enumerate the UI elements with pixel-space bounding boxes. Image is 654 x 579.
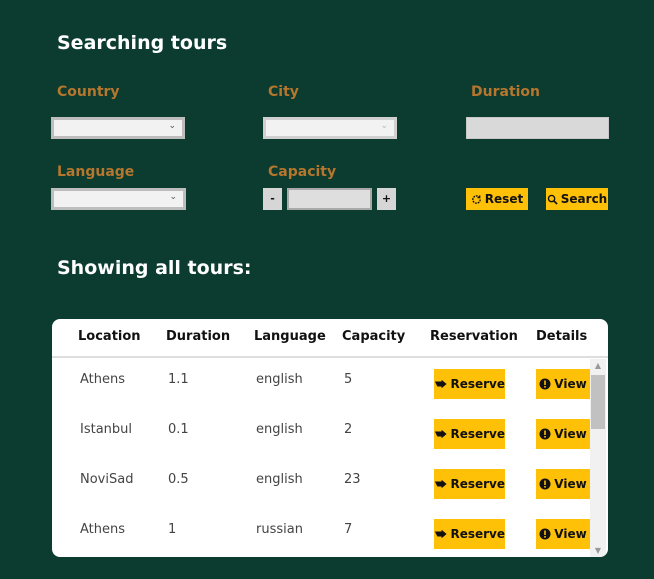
row-location: Athens <box>80 372 126 387</box>
search-button[interactable]: Search <box>546 188 608 210</box>
column-header-capacity: Capacity <box>342 329 406 344</box>
refresh-icon <box>472 194 481 204</box>
header-divider <box>52 356 608 358</box>
info-icon <box>539 428 551 440</box>
row-location: Istanbul <box>80 422 133 437</box>
search-icon <box>547 194 558 205</box>
city-select[interactable]: ⌄ <box>263 117 397 139</box>
row-duration: 1.1 <box>168 372 189 387</box>
table-row: Athens 1 russian 7 Reserve View <box>52 519 590 553</box>
duration-label: Duration <box>471 84 541 100</box>
view-button-label: View <box>554 527 587 541</box>
row-language: english <box>256 422 303 437</box>
reserve-arrow-icon <box>434 429 447 439</box>
row-capacity: 7 <box>344 522 353 537</box>
reserve-arrow-icon <box>434 479 447 489</box>
view-button-label: View <box>554 377 587 391</box>
search-button-label: Search <box>560 192 608 206</box>
view-button[interactable]: View <box>536 419 590 449</box>
info-icon <box>539 378 551 390</box>
view-button[interactable]: View <box>536 469 590 499</box>
tours-table: Location Duration Language Capacity Rese… <box>52 319 608 557</box>
country-label: Country <box>57 84 120 100</box>
column-header-details: Details <box>536 329 588 344</box>
table-row: NoviSad 0.5 english 23 Reserve View <box>52 469 590 503</box>
chevron-down-icon: ⌄ <box>380 121 388 131</box>
info-icon <box>539 528 551 540</box>
results-title: Showing all tours: <box>57 257 252 279</box>
capacity-increment-button[interactable]: + <box>377 188 396 210</box>
column-header-reservation: Reservation <box>430 329 518 344</box>
column-header-location: Location <box>78 329 141 344</box>
reset-button[interactable]: Reset <box>466 188 528 210</box>
scroll-down-icon[interactable]: ▼ <box>590 546 606 555</box>
chevron-down-icon: ⌄ <box>168 121 176 131</box>
reserve-arrow-icon <box>434 529 447 539</box>
row-language: english <box>256 372 303 387</box>
search-title: Searching tours <box>57 32 228 54</box>
row-capacity: 23 <box>344 472 361 487</box>
column-header-duration: Duration <box>166 329 231 344</box>
reserve-arrow-icon <box>434 379 447 389</box>
info-icon <box>539 478 551 490</box>
reserve-button-label: Reserve <box>450 527 505 541</box>
table-row: Athens 1.1 english 5 Reserve View <box>52 369 590 403</box>
row-language: english <box>256 472 303 487</box>
table-scrollbar[interactable]: ▲ ▼ <box>590 359 606 557</box>
language-select[interactable]: ⌄ <box>51 188 186 210</box>
reserve-button[interactable]: Reserve <box>434 419 505 449</box>
duration-input[interactable] <box>466 117 609 139</box>
view-button-label: View <box>554 477 587 491</box>
row-language: russian <box>256 522 303 537</box>
column-header-language: Language <box>254 329 326 344</box>
city-label: City <box>268 84 299 100</box>
chevron-down-icon: ⌄ <box>169 192 177 202</box>
capacity-decrement-button[interactable]: - <box>263 188 282 210</box>
reserve-button-label: Reserve <box>450 477 505 491</box>
reserve-button[interactable]: Reserve <box>434 519 505 549</box>
reserve-button-label: Reserve <box>450 377 505 391</box>
capacity-input[interactable] <box>287 188 372 210</box>
reserve-button[interactable]: Reserve <box>434 469 505 499</box>
row-duration: 0.5 <box>168 472 189 487</box>
table-row: Istanbul 0.1 english 2 Reserve View <box>52 419 590 453</box>
row-location: Athens <box>80 522 126 537</box>
reserve-button-label: Reserve <box>450 427 505 441</box>
scrollbar-thumb[interactable] <box>591 375 605 429</box>
reset-button-label: Reset <box>484 192 524 206</box>
row-duration: 1 <box>168 522 177 537</box>
row-capacity: 5 <box>344 372 353 387</box>
capacity-label: Capacity <box>268 164 337 180</box>
row-duration: 0.1 <box>168 422 189 437</box>
row-location: NoviSad <box>80 472 134 487</box>
scroll-up-icon[interactable]: ▲ <box>590 361 606 370</box>
reserve-button[interactable]: Reserve <box>434 369 505 399</box>
row-capacity: 2 <box>344 422 353 437</box>
view-button[interactable]: View <box>536 519 590 549</box>
view-button-label: View <box>554 427 587 441</box>
country-select[interactable]: ⌄ <box>51 117 185 139</box>
view-button[interactable]: View <box>536 369 590 399</box>
language-label: Language <box>57 164 135 180</box>
